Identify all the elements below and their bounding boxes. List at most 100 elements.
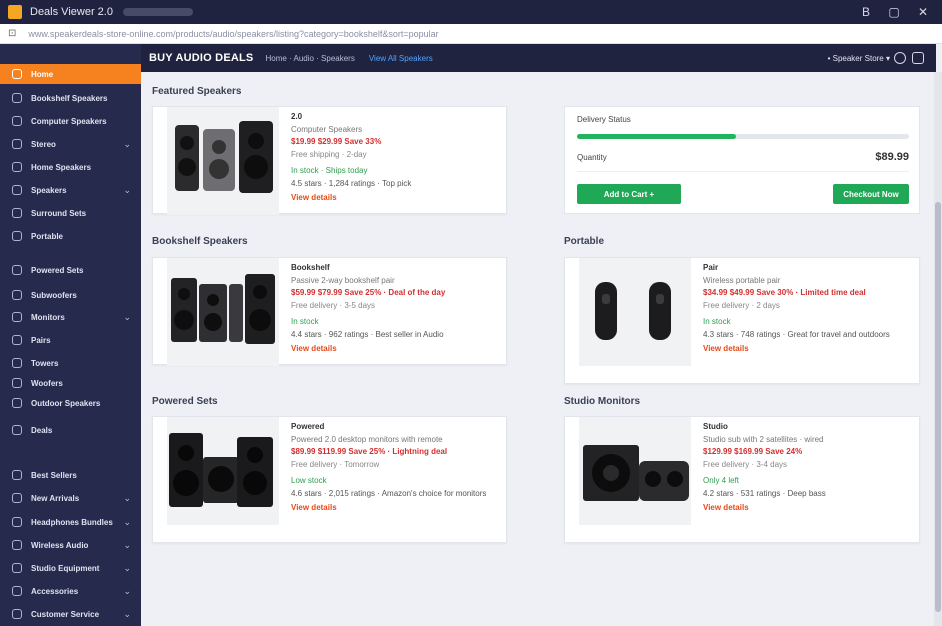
- product-info: Bookshelf Passive 2-way bookshelf pair $…: [291, 262, 498, 356]
- delivery-panel: Delivery Status Quantity $89.99 Add to C…: [564, 106, 920, 214]
- stock-status: In stock: [703, 317, 731, 326]
- stock-status: In stock · Ships today: [291, 166, 368, 175]
- sidebar-item-label: Woofers: [31, 378, 63, 388]
- view-details-link[interactable]: View details: [291, 343, 498, 356]
- product-name[interactable]: Studio: [703, 421, 911, 434]
- vertical-scrollbar[interactable]: [934, 72, 942, 626]
- url-text[interactable]: www.speakerdeals-store-online.com/produc…: [28, 29, 438, 39]
- store-brand[interactable]: BUY AUDIO DEALS: [149, 52, 253, 64]
- chevron-down-icon: ⌄: [123, 492, 131, 503]
- product-name[interactable]: Powered: [291, 421, 498, 434]
- product-subtitle: Passive 2-way bookshelf pair: [291, 275, 395, 285]
- sidebar-item-label: Best Sellers: [31, 470, 77, 480]
- product-price: $59.99 $79.99 Save 25% · Deal of the day: [291, 288, 446, 297]
- minimize-button[interactable]: B: [852, 0, 880, 24]
- surround-icon: [12, 208, 22, 218]
- sidebar-item-outdoor[interactable]: Outdoor Speakers: [0, 393, 141, 413]
- product-card[interactable]: Bookshelf Passive 2-way bookshelf pair $…: [152, 257, 507, 366]
- product-name[interactable]: Pair: [703, 262, 911, 275]
- sidebar-item-bookshelf[interactable]: Bookshelf Speakers: [0, 88, 141, 108]
- close-button[interactable]: ✕: [909, 0, 937, 24]
- view-details-link[interactable]: View details: [703, 343, 911, 356]
- sidebar-item-monitors[interactable]: Monitors ⌄: [0, 307, 141, 327]
- product-price: $19.99 $29.99 Save 33%: [291, 137, 382, 146]
- sidebar-item-woofers[interactable]: Woofers: [0, 373, 141, 393]
- sidebar-item-label: Studio Equipment: [31, 563, 100, 573]
- subwoofer-icon: [12, 290, 22, 300]
- settings-icon[interactable]: [894, 52, 906, 64]
- sidebar-item-new-arrivals[interactable]: New Arrivals ⌄: [0, 488, 141, 508]
- sidebar-item-home-speakers[interactable]: Home Speakers: [0, 157, 141, 177]
- address-bar[interactable]: ⊡ www.speakerdeals-store-online.com/prod…: [0, 24, 942, 44]
- product-info: Powered Powered 2.0 desktop monitors wit…: [291, 421, 498, 515]
- home-icon: [12, 69, 22, 79]
- product-image[interactable]: [167, 107, 279, 215]
- view-details-link[interactable]: View details: [291, 192, 498, 205]
- checkout-button[interactable]: Checkout Now: [833, 184, 909, 204]
- sidebar-item-studio[interactable]: Studio Equipment ⌄: [0, 558, 141, 578]
- stereo-icon: [12, 139, 22, 149]
- delivery-label: Delivery Status: [577, 115, 631, 124]
- product-image[interactable]: [579, 258, 691, 366]
- chevron-down-icon: ⌄: [123, 539, 131, 550]
- chevron-down-icon: ⌄: [123, 138, 131, 149]
- chevron-down-icon: ⌄: [123, 184, 131, 195]
- title-placeholder: [122, 8, 193, 16]
- sidebar-item-deals[interactable]: Deals: [0, 420, 141, 440]
- sidebar-item-towers[interactable]: Towers: [0, 353, 141, 373]
- sidebar-item-pairs[interactable]: Pairs: [0, 330, 141, 350]
- sidebar-item-portable[interactable]: Portable: [0, 226, 141, 246]
- scrollbar-thumb[interactable]: [935, 202, 941, 612]
- sidebar-item-best-sellers[interactable]: Best Sellers: [0, 465, 141, 485]
- delivery-progress-fill: [577, 134, 737, 139]
- sidebar-item-subwoofers[interactable]: Subwoofers: [0, 285, 141, 305]
- sidebar-item-wireless[interactable]: Wireless Audio ⌄: [0, 535, 141, 555]
- sidebar-item-stereo[interactable]: Stereo ⌄: [0, 134, 141, 154]
- sidebar-item-computer[interactable]: Computer Speakers: [0, 111, 141, 131]
- product-card[interactable]: 2.0 Computer Speakers $19.99 $29.99 Save…: [152, 106, 507, 215]
- product-card[interactable]: Studio Studio sub with 2 satellites · wi…: [564, 416, 920, 543]
- sidebar-item-speakers[interactable]: Speakers ⌄: [0, 180, 141, 200]
- sidebar-item-powered[interactable]: Powered Sets: [0, 260, 141, 280]
- cart-icon[interactable]: [912, 52, 924, 64]
- view-all-link[interactable]: View All Speakers: [369, 54, 433, 63]
- star-icon: [12, 470, 22, 480]
- product-name[interactable]: Bookshelf: [291, 262, 498, 275]
- sidebar-item-home[interactable]: Home: [0, 64, 141, 84]
- sidebar-item-label: Pairs: [31, 335, 51, 345]
- sidebar-item-label: Customer Service: [31, 609, 100, 619]
- delivery-progress: [577, 134, 909, 139]
- sidebar-item-accessories[interactable]: Accessories ⌄: [0, 581, 141, 601]
- product-image[interactable]: [167, 417, 279, 525]
- woofer-icon: [12, 378, 22, 388]
- product-name[interactable]: 2.0: [291, 111, 498, 124]
- tower-icon: [12, 358, 22, 368]
- sidebar-item-surround[interactable]: Surround Sets: [0, 203, 141, 223]
- chevron-down-icon: ⌄: [123, 311, 131, 322]
- maximize-button[interactable]: ▢: [880, 0, 908, 24]
- sidebar-item-headphones[interactable]: Headphones Bundles ⌄: [0, 512, 141, 532]
- product-image[interactable]: [167, 258, 279, 366]
- product-subtitle: Studio sub with 2 satellites · wired: [703, 434, 824, 444]
- sidebar-item-label: Monitors: [31, 312, 65, 322]
- portable-icon: [12, 231, 22, 241]
- product-card[interactable]: Pair Wireless portable pair $34.99 $49.9…: [564, 257, 920, 384]
- sidebar-item-label: Subwoofers: [31, 290, 77, 300]
- product-info: Studio Studio sub with 2 satellites · wi…: [703, 421, 911, 515]
- product-card[interactable]: Powered Powered 2.0 desktop monitors wit…: [152, 416, 507, 543]
- shipping-info: Free delivery · Tomorrow: [291, 459, 380, 469]
- stock-status: In stock: [291, 317, 319, 326]
- pair-icon: [12, 335, 22, 345]
- account-menu[interactable]: • Speaker Store ▾: [828, 54, 890, 63]
- shipping-info: Free delivery · 3-5 days: [291, 300, 376, 310]
- sidebar-item-label: Speakers: [31, 185, 67, 195]
- sidebar-item-label: Bookshelf Speakers: [31, 93, 108, 103]
- app-icon: [8, 5, 22, 19]
- sidebar-item-customer-service[interactable]: Customer Service ⌄: [0, 604, 141, 624]
- view-details-link[interactable]: View details: [291, 502, 498, 515]
- add-to-cart-button[interactable]: Add to Cart +: [577, 184, 681, 204]
- product-image[interactable]: [579, 417, 691, 525]
- studio-icon: [12, 563, 22, 573]
- view-details-link[interactable]: View details: [703, 502, 911, 515]
- sidebar-item-label: Wireless Audio: [31, 540, 89, 550]
